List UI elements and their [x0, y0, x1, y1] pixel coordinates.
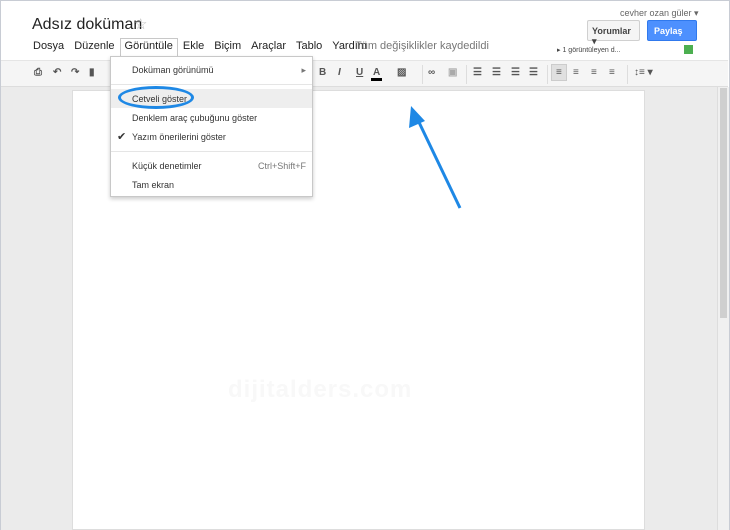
- annotation-arrow-icon: [409, 106, 462, 209]
